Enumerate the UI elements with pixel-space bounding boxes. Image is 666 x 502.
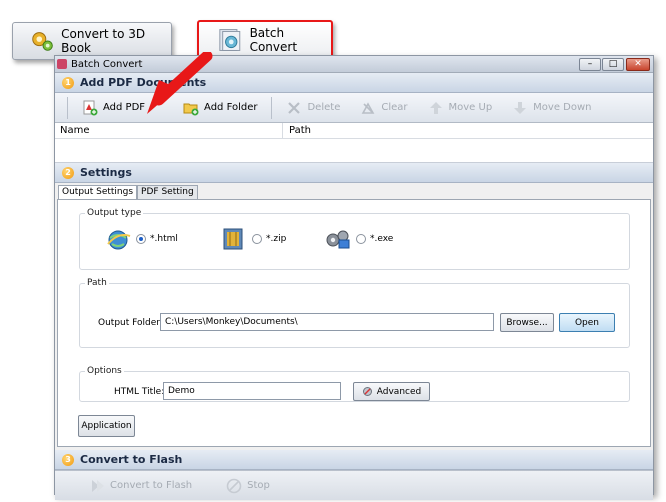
advanced-button[interactable]: Advanced	[353, 382, 430, 401]
radio-exe-label: *.exe	[370, 234, 394, 244]
document-toolbar: Add PDF Add Folder Delete Clear Move Up …	[55, 93, 653, 123]
window-titlebar[interactable]: Batch Convert – □ ✕	[55, 56, 653, 73]
close-button[interactable]: ✕	[626, 58, 650, 71]
step-1-badge: 1	[62, 76, 74, 89]
batch-convert-label: Batch Convert	[249, 26, 298, 54]
add-folder-icon	[183, 103, 199, 115]
tab-pdf-setting[interactable]: PDF Setting	[137, 185, 198, 199]
batch-convert-window: Batch Convert – □ ✕ 1 Add PDF Documents …	[54, 55, 654, 500]
advanced-settings-icon	[362, 387, 372, 396]
output-folder-label: Output Folder:	[98, 318, 163, 328]
gear-book-icon	[32, 32, 53, 51]
file-list[interactable]	[55, 139, 653, 163]
html-title-label: HTML Title:	[114, 387, 165, 397]
zip-archive-icon	[223, 228, 243, 250]
options-group: Options HTML Title: Demo Advanced	[79, 366, 630, 402]
batch-convert-button[interactable]: Batch Convert	[197, 20, 333, 60]
radio-exe[interactable]: *.exe	[324, 226, 393, 252]
stop-button[interactable]: Stop	[216, 473, 280, 499]
batch-gear-icon	[219, 29, 241, 51]
convert-icon	[92, 479, 104, 492]
application-button[interactable]: Application	[78, 415, 135, 437]
clear-label: Clear	[381, 102, 408, 113]
section-convert-to-flash[interactable]: 3 Convert to Flash	[55, 450, 653, 470]
column-path-header[interactable]: Path	[283, 123, 311, 138]
browse-button[interactable]: Browse...	[500, 313, 554, 332]
options-legend: Options	[87, 366, 122, 376]
radio-exe-circle[interactable]	[356, 234, 366, 244]
clear-button[interactable]: Clear	[350, 95, 417, 121]
output-type-legend: Output type	[87, 208, 142, 218]
stop-label: Stop	[247, 480, 270, 491]
tab-output-settings[interactable]: Output Settings	[58, 185, 138, 199]
delete-label: Delete	[307, 102, 341, 113]
move-down-label: Move Down	[533, 102, 592, 113]
convert-toolbar: Convert to Flash Stop	[55, 470, 653, 500]
delete-button[interactable]: Delete	[276, 95, 350, 121]
minimize-button[interactable]: –	[579, 58, 601, 71]
add-folder-button[interactable]: Add Folder	[173, 95, 267, 121]
convert-label: Convert to Flash	[110, 480, 193, 491]
radio-zip-circle[interactable]	[252, 234, 262, 244]
radio-zip-label: *.zip	[266, 234, 287, 244]
stop-icon	[226, 478, 242, 493]
settings-tabs: Output Settings PDF Setting	[55, 185, 653, 199]
section-settings[interactable]: 2 Settings	[55, 163, 653, 183]
move-up-label: Move Up	[448, 102, 493, 113]
add-folder-label: Add Folder	[204, 102, 258, 113]
radio-html[interactable]: *.html	[104, 226, 178, 252]
add-pdf-label: Add PDF	[103, 102, 146, 113]
html-title-input[interactable]: Demo	[163, 382, 341, 400]
path-legend: Path	[87, 278, 107, 288]
step-3-badge: 3	[62, 453, 74, 466]
radio-html-circle[interactable]	[136, 234, 146, 244]
advanced-label: Advanced	[376, 386, 422, 397]
output-type-group: Output type *.html *.zip *.exe	[79, 208, 630, 270]
column-name-header[interactable]: Name	[55, 123, 283, 138]
move-down-button[interactable]: Move Down	[502, 95, 601, 121]
convert-to-flash-button[interactable]: Convert to Flash	[79, 473, 202, 499]
toolbar-grip	[67, 96, 68, 119]
arrow-up-icon	[429, 101, 442, 114]
clear-icon	[361, 101, 375, 114]
section-add-pdf-title: Add PDF Documents	[80, 76, 207, 89]
maximize-button[interactable]: □	[602, 58, 624, 71]
radio-html-label: *.html	[150, 234, 178, 244]
app-icon	[57, 59, 67, 69]
section-settings-title: Settings	[80, 166, 132, 179]
section-add-pdf[interactable]: 1 Add PDF Documents	[55, 73, 653, 93]
path-group: Path Output Folder: C:\Users\Monkey\Docu…	[79, 278, 630, 348]
add-pdf-icon	[83, 100, 98, 115]
globe-icon	[107, 230, 131, 250]
move-up-button[interactable]: Move Up	[418, 95, 503, 121]
open-button[interactable]: Open	[559, 313, 615, 332]
arrow-down-icon	[514, 101, 527, 114]
add-pdf-button[interactable]: Add PDF	[72, 95, 155, 121]
exe-gears-icon	[326, 230, 350, 249]
delete-icon	[288, 101, 301, 114]
output-folder-input[interactable]: C:\Users\Monkey\Documents\	[160, 313, 494, 331]
file-list-header: Name Path	[55, 123, 653, 139]
toolbar-separator	[271, 96, 273, 119]
radio-zip[interactable]: *.zip	[220, 226, 286, 252]
output-settings-panel: Output type *.html *.zip *.exe Path Outp…	[57, 199, 651, 447]
window-title: Batch Convert	[71, 58, 143, 70]
step-2-badge: 2	[62, 166, 74, 179]
convert-to-3d-book-label: Convert to 3D Book	[61, 27, 146, 55]
section-convert-title: Convert to Flash	[80, 453, 183, 466]
